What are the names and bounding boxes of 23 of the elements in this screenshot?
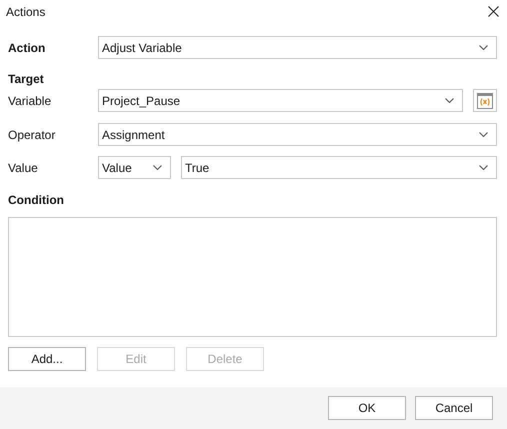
field-label: Operator: [8, 126, 56, 144]
field-label: Value: [8, 160, 39, 176]
dropdown[interactable]: Assignment: [98, 123, 497, 146]
caret-icon: [479, 132, 488, 137]
caret-icon: [445, 98, 454, 103]
dropdown[interactable]: Adjust Variable: [98, 36, 497, 59]
dialog-button[interactable]: OK: [328, 396, 406, 420]
caret-icon: [153, 165, 162, 170]
section-heading: Condition: [8, 192, 65, 207]
caret-icon: [479, 45, 488, 50]
window-title: Actions: [6, 4, 46, 20]
field-label: Action: [8, 40, 46, 56]
dropdown[interactable]: Project_Pause: [98, 89, 463, 112]
condition-button[interactable]: Add...: [8, 347, 86, 371]
field-label: Variable: [8, 92, 52, 110]
caret-icon: [479, 165, 488, 170]
close-icon[interactable]: [488, 6, 499, 17]
dialog-button[interactable]: Cancel: [415, 396, 493, 420]
variable-icon: [477, 92, 493, 108]
dropdown[interactable]: True: [181, 156, 497, 179]
variable-button[interactable]: [473, 89, 497, 112]
dropdown[interactable]: Value: [98, 156, 171, 179]
section-heading: Target: [8, 71, 45, 86]
